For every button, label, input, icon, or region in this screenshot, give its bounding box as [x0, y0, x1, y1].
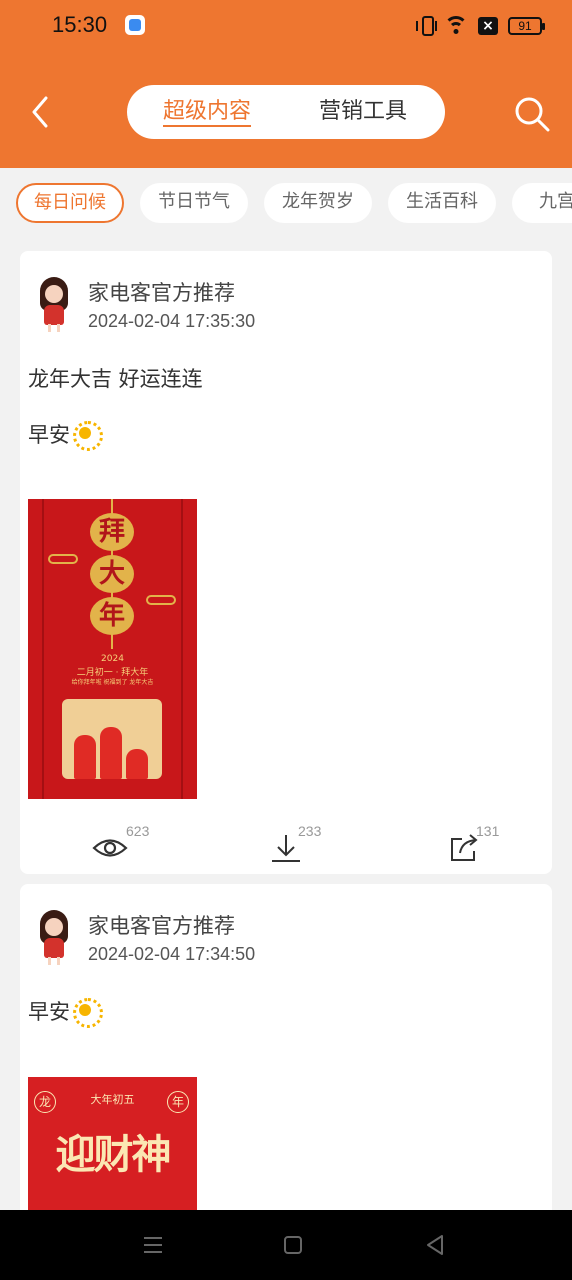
- back-triangle-icon[interactable]: [422, 1232, 448, 1258]
- post-card[interactable]: 家电客官方推荐 2024-02-04 17:34:50 早安 龙 年 大年初五 …: [20, 884, 552, 1210]
- post-author: 家电客官方推荐: [88, 281, 235, 305]
- share-button[interactable]: 131: [448, 823, 528, 873]
- wifi-icon: [444, 16, 468, 36]
- shares-count: 131: [476, 823, 500, 839]
- sun-icon: [72, 420, 103, 451]
- status-time: 15:30: [52, 12, 108, 37]
- post-timestamp: 2024-02-04 17:35:30: [88, 311, 256, 331]
- post-image[interactable]: 龙 年 大年初五 迎财神: [28, 1077, 197, 1210]
- system-nav-bar: [0, 1210, 572, 1280]
- chip-daily-greeting[interactable]: 每日问候: [16, 183, 124, 223]
- views-stat: 623: [92, 823, 172, 873]
- status-bar: 15:30 × 91: [0, 0, 572, 52]
- chip-festivals[interactable]: 节日节气: [140, 183, 248, 223]
- app-header: 15:30 × 91 超级内容 营销工具: [0, 0, 572, 168]
- sun-icon: [72, 997, 103, 1028]
- no-sim-icon: ×: [478, 17, 498, 35]
- post-timestamp: 2024-02-04 17:34:50: [88, 944, 256, 964]
- post-image[interactable]: 拜 大 年 2024 二月初一 · 拜大年 给你拜年啦 祝福到了 龙年大吉: [28, 499, 197, 799]
- search-icon: [515, 97, 550, 132]
- post-text-line: 早安: [28, 996, 103, 1028]
- chevron-left-icon: [32, 96, 48, 128]
- post-text-line: 龙年大吉 好运连连: [28, 367, 203, 391]
- search-button[interactable]: [512, 94, 552, 134]
- tab-marketing-tools[interactable]: 营销工具: [313, 85, 413, 139]
- category-chips: 每日问候 节日节气 龙年贺岁 生活百科 九宫格: [0, 168, 572, 248]
- vibrate-icon: [416, 16, 437, 36]
- home-icon[interactable]: [280, 1232, 306, 1258]
- views-count: 623: [126, 823, 150, 839]
- post-text-line: 早安: [28, 419, 103, 451]
- menu-icon[interactable]: [140, 1232, 166, 1258]
- download-button[interactable]: 233: [270, 823, 350, 873]
- tab-super-content[interactable]: 超级内容: [157, 85, 257, 139]
- chip-nine-grid[interactable]: 九宫格: [512, 183, 572, 223]
- back-button[interactable]: [24, 90, 64, 134]
- notification-app-icon: [125, 15, 145, 35]
- chip-life-wiki[interactable]: 生活百科: [388, 183, 496, 223]
- downloads-count: 233: [298, 823, 322, 839]
- avatar[interactable]: [36, 910, 72, 966]
- post-stats: 623 233 131: [20, 823, 552, 873]
- content-segment-control: 超级内容 营销工具: [127, 85, 445, 139]
- eye-icon: [92, 839, 128, 857]
- battery-icon: 91: [508, 17, 545, 35]
- chip-dragon-year[interactable]: 龙年贺岁: [264, 183, 372, 223]
- post-card[interactable]: 家电客官方推荐 2024-02-04 17:35:30 龙年大吉 好运连连 早安…: [20, 251, 552, 874]
- status-icons: × 91: [416, 14, 545, 38]
- avatar[interactable]: [36, 277, 72, 333]
- post-author: 家电客官方推荐: [88, 914, 235, 938]
